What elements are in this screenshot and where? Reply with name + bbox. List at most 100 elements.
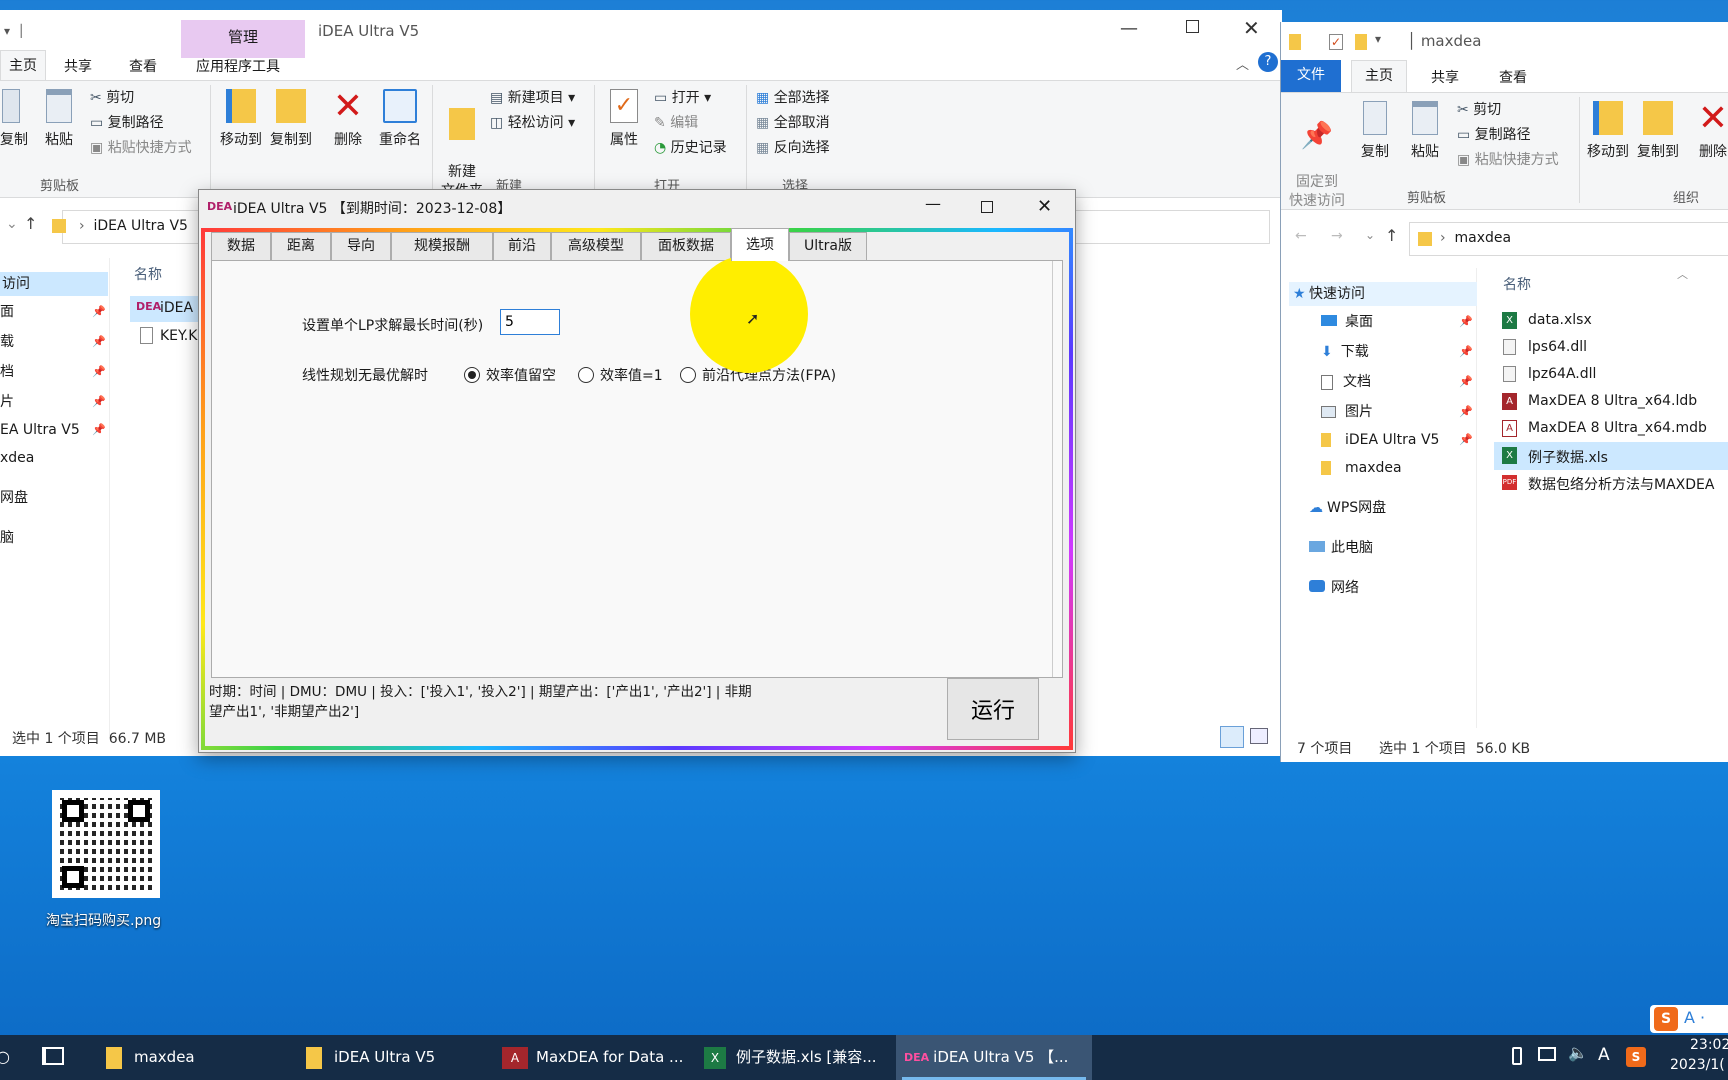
radio-leave-blank[interactable] [464, 367, 480, 383]
tab-panel-data[interactable]: 面板数据 [641, 232, 731, 260]
nav-item-this-pc[interactable]: 脑 [0, 526, 14, 550]
nav-item-downloads[interactable]: 载 [0, 330, 14, 354]
nav-item-quick-access[interactable]: 访问 [0, 272, 108, 296]
new-folder-button[interactable]: 新建 文件夹 [438, 89, 486, 201]
properties-button[interactable]: ✓ 属性 [602, 89, 646, 149]
nav-up-icon[interactable]: ↑ [1385, 226, 1398, 245]
tab-share[interactable]: 共享 [1431, 67, 1459, 87]
minimize-button[interactable]: — [925, 194, 941, 213]
file-row-lpz64a-dll[interactable]: lpz64A.dll [1494, 362, 1728, 388]
tab-data[interactable]: 数据 [211, 232, 271, 260]
copy-to-button[interactable]: 复制到 [266, 89, 316, 149]
maximize-button[interactable] [981, 201, 993, 213]
edit-button[interactable]: ✎ 编辑 [654, 112, 698, 134]
open-button[interactable]: ▭ 打开 ▾ [654, 87, 711, 109]
file-row-maxdea-mdb[interactable]: A MaxDEA 8 Ultra_x64.mdb [1494, 416, 1728, 442]
radio-fpa[interactable] [680, 367, 696, 383]
address-bar[interactable]: › maxdea [1409, 222, 1728, 256]
paste-shortcut-button[interactable]: ▣ 粘贴快捷方式 [90, 137, 192, 159]
help-icon[interactable]: ? [1258, 52, 1278, 72]
column-header-name[interactable]: 名称 [134, 264, 162, 284]
select-none-button[interactable]: ▦ 全部取消 [756, 112, 830, 134]
run-button[interactable]: 运行 [947, 678, 1039, 740]
nav-item-quick-access[interactable]: ★ 快速访问 [1289, 282, 1477, 306]
paste-button[interactable]: 粘贴 [1405, 101, 1445, 161]
usb-icon[interactable] [1512, 1047, 1522, 1065]
radio-efficiency-one-label[interactable]: 效率值=1 [600, 365, 663, 385]
search-icon[interactable]: ○ [0, 1047, 10, 1066]
nav-item-maxdea[interactable]: xdea [0, 446, 34, 470]
minimize-button[interactable]: — [1120, 18, 1138, 39]
nav-item-this-pc[interactable]: 此电脑 [1309, 536, 1373, 560]
network-tray-icon[interactable] [1538, 1047, 1556, 1061]
move-to-button[interactable]: 移动到 [216, 89, 266, 149]
tab-orientation[interactable]: 导向 [331, 232, 391, 260]
quick-access-toolbar[interactable]: ▾ │ [4, 24, 25, 38]
nav-back-icon[interactable]: ← [1295, 228, 1307, 244]
task-view-icon[interactable] [42, 1047, 64, 1065]
nav-up-icon[interactable]: ↑ [24, 214, 37, 233]
tab-distance[interactable]: 距离 [271, 232, 331, 260]
nav-item-documents[interactable]: 档 [0, 360, 14, 384]
nav-item-pictures[interactable]: 片 [0, 390, 14, 414]
large-icons-view-icon[interactable] [1250, 728, 1268, 744]
recent-dropdown-icon[interactable]: ⌄ [1365, 228, 1375, 242]
copy-button[interactable]: 复制 [0, 89, 28, 149]
details-view-icon[interactable] [1220, 726, 1244, 748]
file-row-data-xlsx[interactable]: X data.xlsx [1494, 308, 1728, 334]
file-row-example-xls[interactable]: X 例子数据.xls [1494, 442, 1728, 470]
scrollbar[interactable] [1052, 261, 1062, 677]
tab-options[interactable]: 选项 [731, 228, 789, 261]
clock-date[interactable]: 2023/1( [1670, 1057, 1725, 1073]
nav-item-network[interactable]: 网络 [1309, 576, 1359, 600]
nav-item-idea[interactable]: EA Ultra V5 [0, 418, 80, 442]
copy-path-button[interactable]: ▭ 复制路径 [1457, 124, 1531, 146]
select-all-button[interactable]: ▦ 全部选择 [756, 87, 830, 109]
rename-button[interactable]: 重命名 [374, 89, 426, 149]
new-folder-icon[interactable] [1355, 34, 1367, 50]
nav-back-icon[interactable]: ⌄ [6, 216, 18, 232]
nav-item-maxdea[interactable]: maxdea [1321, 456, 1402, 480]
nav-item-desktop[interactable]: 面 [0, 300, 14, 324]
tab-home[interactable]: 主页 [0, 50, 46, 81]
taskbar-item-excel[interactable]: X 例子数据.xls [兼容... [700, 1035, 886, 1080]
copy-button[interactable]: 复制 [1355, 101, 1395, 161]
paste-shortcut-button[interactable]: ▣ 粘贴快捷方式 [1457, 149, 1559, 171]
nav-forward-icon[interactable]: → [1331, 228, 1343, 244]
file-row-pdf[interactable]: PDF 数据包络分析方法与MAXDEA [1494, 470, 1728, 496]
breadcrumb[interactable]: › maxdea [1440, 230, 1511, 246]
invert-selection-button[interactable]: ▦ 反向选择 [756, 137, 830, 159]
close-button[interactable]: ✕ [1243, 16, 1260, 40]
tab-view[interactable]: 查看 [1499, 67, 1527, 87]
nav-item-pictures[interactable]: 图片 [1321, 400, 1373, 424]
delete-button[interactable]: ✕ 删除 [1691, 97, 1728, 161]
taskbar-item-maxdea[interactable]: maxdea [98, 1035, 268, 1080]
clock-time[interactable]: 23:02 [1690, 1037, 1728, 1053]
tab-app-tools[interactable]: 应用程序工具 [196, 56, 280, 76]
breadcrumb[interactable]: › iDEA Ultra V5 [79, 218, 188, 234]
easy-access-button[interactable]: ◫ 轻松访问 ▾ [490, 112, 575, 134]
desktop-icon-qr[interactable]: 淘宝扫码购买.png [40, 786, 170, 936]
new-item-button[interactable]: ▤ 新建项目 ▾ [490, 87, 575, 109]
copy-path-button[interactable]: ▭ 复制路径 [90, 112, 164, 134]
tab-advanced-models[interactable]: 高级模型 [551, 232, 641, 260]
time-limit-input[interactable] [500, 309, 560, 335]
nav-item-idea[interactable]: iDEA Ultra V5 [1321, 428, 1439, 452]
move-to-button[interactable]: 移动到 [1583, 101, 1633, 161]
taskbar-item-maxdea-access[interactable]: A MaxDEA for Data ... [498, 1035, 684, 1080]
close-button[interactable]: ✕ [1037, 196, 1052, 217]
nav-item-wps-drive[interactable]: 网盘 [0, 486, 28, 510]
pin-quick-access-button[interactable]: 📌 固定到 快速访问 [1285, 99, 1349, 211]
copy-to-button[interactable]: 复制到 [1633, 101, 1683, 161]
radio-efficiency-one[interactable] [578, 367, 594, 383]
tab-share[interactable]: 共享 [64, 56, 92, 76]
properties-check-icon[interactable]: ✓ [1329, 34, 1343, 50]
taskbar-item-idea-folder[interactable]: iDEA Ultra V5 [298, 1035, 478, 1080]
cut-button[interactable]: ✂ 剪切 [90, 87, 134, 109]
history-button[interactable]: ◔ 历史记录 [654, 137, 727, 159]
file-row-maxdea-ldb[interactable]: A MaxDEA 8 Ultra_x64.ldb [1494, 389, 1728, 415]
taskbar-item-idea-app[interactable]: DEA iDEA Ultra V5 【... [896, 1035, 1092, 1080]
tab-home[interactable]: 主页 [1351, 60, 1407, 92]
ime-badge[interactable]: S A · [1650, 1005, 1728, 1033]
nav-item-documents[interactable]: 文档 [1321, 370, 1371, 394]
